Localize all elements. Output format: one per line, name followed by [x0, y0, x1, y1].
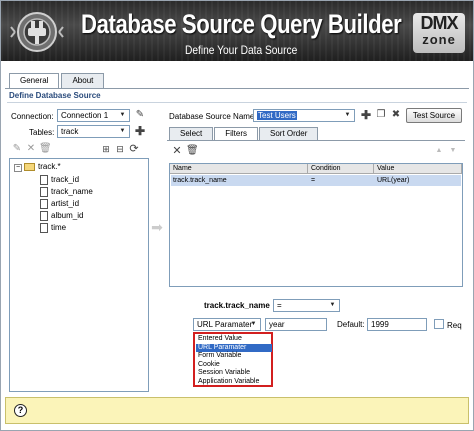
required-checkbox[interactable]	[434, 319, 444, 329]
field-icon	[40, 187, 48, 197]
source-name-value: Test Users	[257, 111, 297, 120]
divider	[7, 102, 467, 103]
delete-source-icon[interactable]: ✖	[390, 109, 402, 121]
expand-all-icon[interactable]: ⊞	[100, 143, 112, 155]
chevron-down-icon: ▼	[329, 302, 336, 308]
folder-icon	[24, 162, 35, 171]
connection-value: Connection 1	[61, 111, 109, 120]
tables-select[interactable]: track ▼	[57, 125, 130, 138]
tree-field[interactable]: time	[40, 223, 66, 233]
param-type-dropdown[interactable]: Entered Value URL Paramater Form Variabl…	[193, 332, 273, 387]
header-banner: Database Source Query Builder Define You…	[1, 1, 473, 61]
option-form-variable[interactable]: Form Variable	[196, 352, 272, 361]
collapse-toggle-icon[interactable]: −	[14, 164, 22, 172]
tree-field[interactable]: track_id	[40, 175, 79, 185]
add-table-icon[interactable]: ✚	[134, 125, 146, 137]
trash-icon[interactable]: 🗑	[39, 143, 52, 155]
chevron-down-icon: ▼	[119, 112, 126, 118]
option-cookie[interactable]: Cookie	[196, 361, 272, 370]
tree-field-label: track_name	[51, 187, 93, 197]
plug-gear-icon	[10, 12, 64, 52]
tab-general[interactable]: General	[9, 73, 60, 89]
field-icon	[40, 211, 48, 221]
tree-field[interactable]: track_name	[40, 187, 93, 197]
tree-root[interactable]: − track.*	[14, 162, 61, 172]
move-up-icon[interactable]: ▲	[433, 145, 445, 157]
field-icon	[40, 223, 48, 233]
remove-filter-icon[interactable]: ✕	[171, 145, 183, 157]
tab-sort-order[interactable]: Sort Order	[259, 127, 319, 140]
tree-field-label: track_id	[51, 175, 80, 185]
arrow-right-icon[interactable]: ➡	[151, 220, 163, 234]
cell-condition: =	[311, 177, 316, 184]
query-tabs: Select Filters Sort Order	[169, 127, 319, 140]
help-icon[interactable]: ?	[14, 404, 27, 417]
edit-icon[interactable]: ✎	[11, 143, 23, 155]
tab-about[interactable]: About	[61, 73, 105, 88]
chevron-down-icon: ▼	[344, 112, 351, 118]
param-type-value: URL Paramater	[197, 320, 253, 329]
tables-value: track	[61, 127, 79, 136]
tree-field-label: artist_id	[51, 199, 80, 209]
param-name-input[interactable]: year	[265, 318, 327, 331]
filters-grid[interactable]: Name Condition Value track.track_name = …	[169, 163, 463, 287]
tree-root-label: track.*	[38, 162, 61, 171]
default-label: Default:	[337, 320, 365, 329]
condition-select[interactable]: = ▼	[273, 299, 340, 312]
move-down-icon[interactable]: ▼	[447, 145, 459, 157]
help-bar: ?	[5, 397, 469, 424]
column-header-name[interactable]: Name	[170, 164, 308, 174]
tree-field-label: time	[51, 223, 67, 233]
dmxzone-logo: DMX zone	[413, 13, 465, 53]
app-title: Database Source Query Builder	[81, 9, 402, 39]
option-application-variable[interactable]: Application Variable	[196, 378, 272, 387]
option-entered-value[interactable]: Entered Value	[196, 335, 272, 344]
cell-name: track.track_name	[173, 177, 227, 184]
pencil-icon[interactable]: ✎	[134, 109, 146, 121]
filter-field-name: track.track_name	[204, 301, 270, 310]
connection-select[interactable]: Connection 1 ▼	[57, 109, 130, 122]
app-subtitle: Define Your Data Source	[185, 43, 298, 57]
connection-label: Connection:	[11, 112, 54, 121]
brand-line2: zone	[422, 32, 456, 47]
main-tabs: General About	[9, 73, 105, 89]
section-title: Define Database Source	[9, 91, 101, 100]
source-name-label: Database Source Name:	[169, 112, 257, 121]
tree-field-label: album_id	[51, 211, 84, 221]
cell-value: URL(year)	[377, 177, 410, 184]
default-value-input[interactable]: 1999	[367, 318, 427, 331]
delete-icon[interactable]: ✕	[25, 143, 37, 155]
chevron-down-icon: ▼	[119, 128, 126, 134]
tab-filters[interactable]: Filters	[214, 127, 259, 140]
condition-value: =	[277, 301, 282, 310]
chevron-down-icon: ▼	[250, 321, 257, 327]
tree-field[interactable]: artist_id	[40, 199, 79, 209]
refresh-icon[interactable]: ⟳	[128, 143, 140, 155]
tables-label: Tables:	[29, 128, 55, 137]
option-session-variable[interactable]: Session Variable	[196, 369, 272, 378]
option-url-parameter[interactable]: URL Paramater	[196, 343, 272, 352]
collapse-all-icon[interactable]: ⊟	[114, 143, 126, 155]
required-label: Req	[447, 321, 462, 330]
tree-field[interactable]: album_id	[40, 211, 83, 221]
source-name-select[interactable]: Test Users ▼	[253, 109, 355, 122]
tab-select[interactable]: Select	[169, 127, 214, 140]
add-source-icon[interactable]: ✚	[360, 109, 372, 121]
param-type-select[interactable]: URL Paramater ▼	[193, 318, 261, 331]
field-icon	[40, 199, 48, 209]
column-header-value[interactable]: Value	[374, 164, 462, 174]
brand-line1: DMX	[420, 13, 459, 33]
column-header-condition[interactable]: Condition	[308, 164, 374, 174]
dialog-window: Database Source Query Builder Define You…	[0, 0, 474, 431]
test-source-button[interactable]: Test Source	[406, 108, 462, 123]
copy-icon[interactable]: ❐	[375, 109, 387, 121]
field-icon	[40, 175, 48, 185]
trash-icon[interactable]: 🗑	[186, 145, 199, 157]
table-tree[interactable]: − track.* track_id track_name artist_id a…	[9, 158, 149, 392]
